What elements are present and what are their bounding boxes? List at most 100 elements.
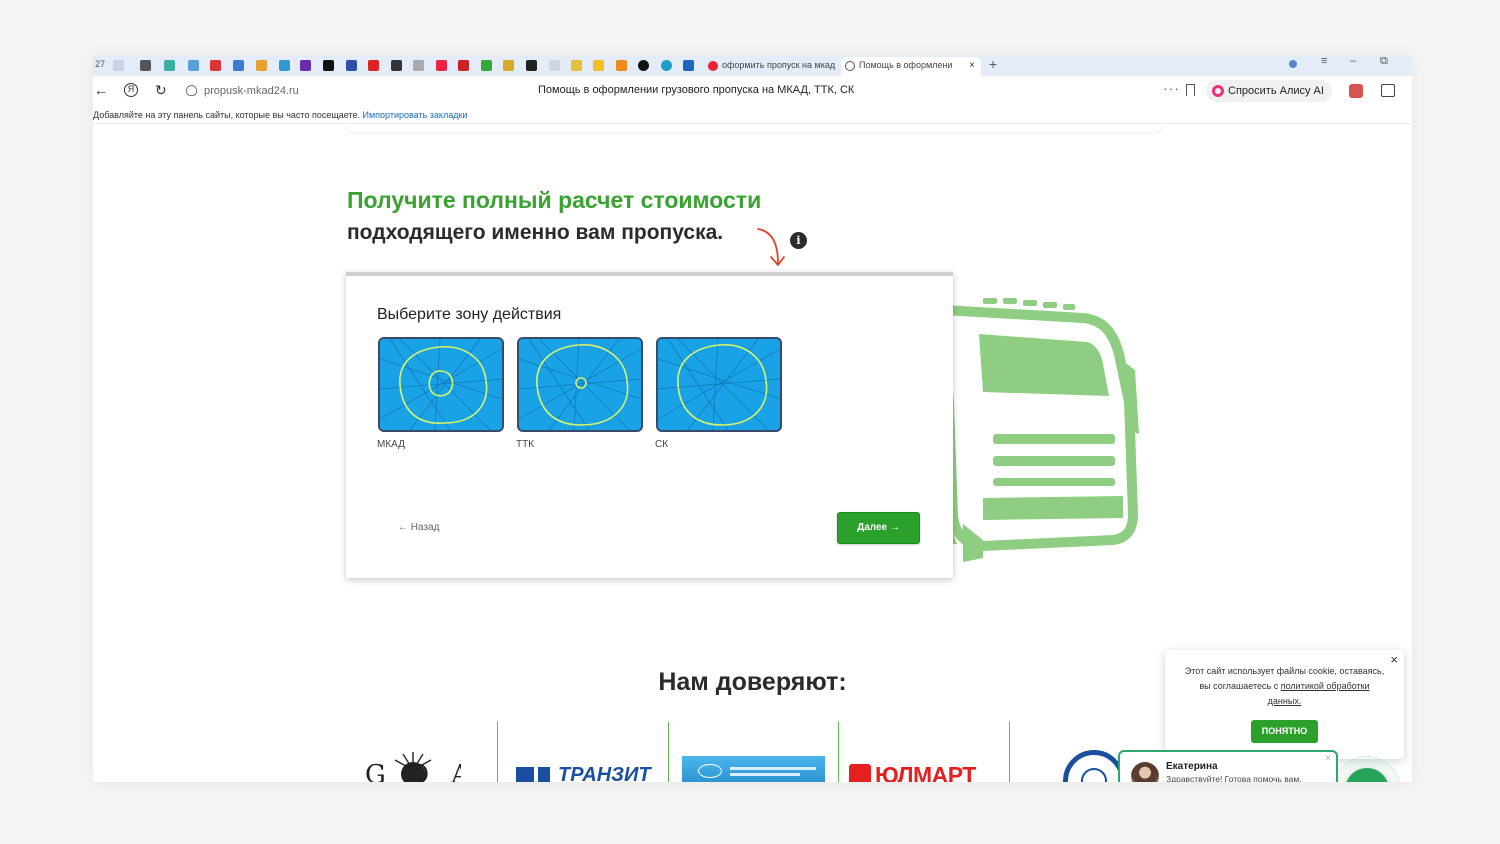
- url-text[interactable]: propusk-mkad24.ru: [204, 85, 299, 97]
- zone-label-mkad: МКАД: [377, 439, 405, 450]
- cookie-banner: × Этот сайт использует файлы cookie, ост…: [1165, 650, 1404, 759]
- pinned-tab-icon[interactable]: [571, 60, 582, 71]
- menu-icon[interactable]: ≡: [1321, 56, 1327, 67]
- client-logo-tranzit: ТРАНЗИТ: [516, 764, 656, 782]
- previous-section-card: [346, 124, 1163, 132]
- tab-title: оформить пропуск на мкад: [722, 60, 836, 70]
- pip-icon[interactable]: ⧉: [1380, 56, 1388, 68]
- pinned-tab-icon[interactable]: [113, 60, 124, 71]
- yulmart-mark-icon: [849, 764, 871, 782]
- chat-close-icon[interactable]: ×: [1325, 753, 1331, 764]
- pinned-tab-icon[interactable]: [683, 60, 694, 71]
- client-logo-seal: [1063, 750, 1125, 782]
- hero-subtitle: подходящего именно вам пропуска.: [347, 221, 724, 244]
- sk-map-icon: [658, 339, 780, 430]
- banner-line: [730, 767, 816, 770]
- pinned-tab-icon[interactable]: [503, 60, 514, 71]
- pinned-tab-icon[interactable]: [526, 60, 537, 71]
- seal-emblem-icon: [1081, 768, 1107, 782]
- logo-divider: [1009, 722, 1010, 782]
- page-content: Получите полный расчет стоимости подходя…: [93, 124, 1412, 782]
- chat-bubble-icon: [1345, 768, 1389, 782]
- pinned-tab-icon[interactable]: [661, 60, 672, 71]
- tab-close-icon[interactable]: ×: [969, 57, 975, 74]
- calculator-card: Выберите зону действия МКАД ТТК СК ← Наз…: [346, 272, 953, 578]
- tab-current-page[interactable]: Помощь в оформлени ×: [841, 57, 981, 76]
- ttk-map-icon: [519, 339, 641, 430]
- pinned-tab-icon[interactable]: [391, 60, 402, 71]
- cookie-text: Этот сайт использует файлы cookie, остав…: [1183, 664, 1386, 709]
- logo-divider: [668, 722, 669, 782]
- more-icon[interactable]: ···: [1163, 80, 1180, 96]
- pinned-tab-icon[interactable]: [593, 60, 604, 71]
- tab-strip: 27 оформить пропуск на мкад Помощь в офо…: [93, 56, 1412, 76]
- ask-alice-button[interactable]: Спросить Алису AI: [1206, 80, 1332, 102]
- privacy-policy-link[interactable]: политикой обработки данных.: [1268, 681, 1370, 706]
- chat-open-button[interactable]: [1345, 768, 1389, 782]
- pinned-tab-icon[interactable]: [481, 60, 492, 71]
- client-logo-goa: GOA: [365, 746, 461, 782]
- page-title-text: Помощь в оформлении грузового пропуска н…: [538, 84, 855, 96]
- logo-divider: [497, 722, 498, 782]
- collections-icon[interactable]: [1381, 84, 1395, 97]
- avatar: [1131, 762, 1159, 782]
- profile-icon[interactable]: [1289, 60, 1297, 68]
- pinned-tab-icon[interactable]: [368, 60, 379, 71]
- ask-alice-label: Спросить Алису AI: [1228, 85, 1324, 97]
- import-bookmarks-link[interactable]: Импортировать закладки: [363, 110, 468, 120]
- client-logo-yulmart: ЮЛМАРТ: [849, 762, 1003, 782]
- pinned-tab-icon[interactable]: [210, 60, 221, 71]
- zone-option-mkad[interactable]: [378, 337, 504, 432]
- zone-label-ttk: ТТК: [516, 439, 535, 450]
- minimize-icon[interactable]: –: [1350, 56, 1356, 67]
- back-button[interactable]: ← Назад: [398, 522, 439, 533]
- reload-icon[interactable]: ↻: [155, 83, 167, 97]
- yandex-home-icon[interactable]: Я: [124, 83, 138, 97]
- zone-option-sk[interactable]: [656, 337, 782, 432]
- pinned-tab-icon[interactable]: [140, 60, 151, 71]
- cookie-accept-button[interactable]: ПОНЯТНО: [1251, 720, 1318, 743]
- next-button[interactable]: Далее →: [837, 512, 920, 544]
- back-arrow-icon[interactable]: ←: [94, 83, 108, 97]
- browser-window: 27 оформить пропуск на мкад Помощь в офо…: [93, 56, 1412, 782]
- bookmark-icon[interactable]: [1186, 84, 1195, 96]
- pinned-tab-icon[interactable]: [300, 60, 311, 71]
- yandex-search-icon: [708, 61, 718, 71]
- chat-agent-name: Екатерина: [1166, 761, 1218, 772]
- tab-counter: 27: [95, 59, 106, 69]
- pinned-tab-icon[interactable]: [323, 60, 334, 71]
- tranzit-mark-icon: [538, 767, 550, 782]
- chat-popup[interactable]: Екатерина Здравствуйте! Готова помочь ва…: [1118, 750, 1338, 782]
- pinned-tab-icon[interactable]: [188, 60, 199, 71]
- pinned-tab-icon[interactable]: [413, 60, 424, 71]
- pinned-tab-icon[interactable]: [233, 60, 244, 71]
- zone-option-ttk[interactable]: [517, 337, 643, 432]
- cookie-close-icon[interactable]: ×: [1390, 652, 1398, 667]
- pinned-tab-icon[interactable]: [279, 60, 290, 71]
- goa-logo-text: GOA: [365, 760, 461, 782]
- step-title: Выберите зону действия: [377, 306, 562, 323]
- banner-circle-icon: [698, 764, 722, 778]
- pinned-tab-icon[interactable]: [616, 60, 627, 71]
- bookmarks-bar: Добавляйте на эту панель сайты, которые …: [93, 106, 1412, 124]
- pinned-tab-icon[interactable]: [458, 60, 469, 71]
- new-tab-button[interactable]: +: [989, 56, 997, 72]
- pinned-tab-icon[interactable]: [638, 60, 649, 71]
- pinned-tab-icon[interactable]: [436, 60, 447, 71]
- info-icon[interactable]: i: [790, 232, 807, 249]
- tab-title: Помощь в оформлени: [859, 60, 953, 70]
- logo-divider: [838, 722, 839, 782]
- pinned-tab-icon[interactable]: [256, 60, 267, 71]
- zone-label-sk: СК: [655, 439, 669, 450]
- shield-icon[interactable]: [186, 85, 197, 96]
- client-logo-banner: [682, 756, 825, 782]
- pinned-tab-icon[interactable]: [346, 60, 357, 71]
- tab-search-results[interactable]: оформить пропуск на мкад: [704, 57, 836, 76]
- extension-icon[interactable]: [1349, 84, 1363, 98]
- tranzit-logo-text: ТРАНЗИТ: [558, 764, 651, 782]
- pinned-tab-icon[interactable]: [549, 60, 560, 71]
- banner-line: [730, 773, 800, 776]
- chat-message: Здравствуйте! Готова помочь вам. Напишит…: [1166, 774, 1302, 782]
- tranzit-mark-icon: [516, 767, 534, 782]
- pinned-tab-icon[interactable]: [164, 60, 175, 71]
